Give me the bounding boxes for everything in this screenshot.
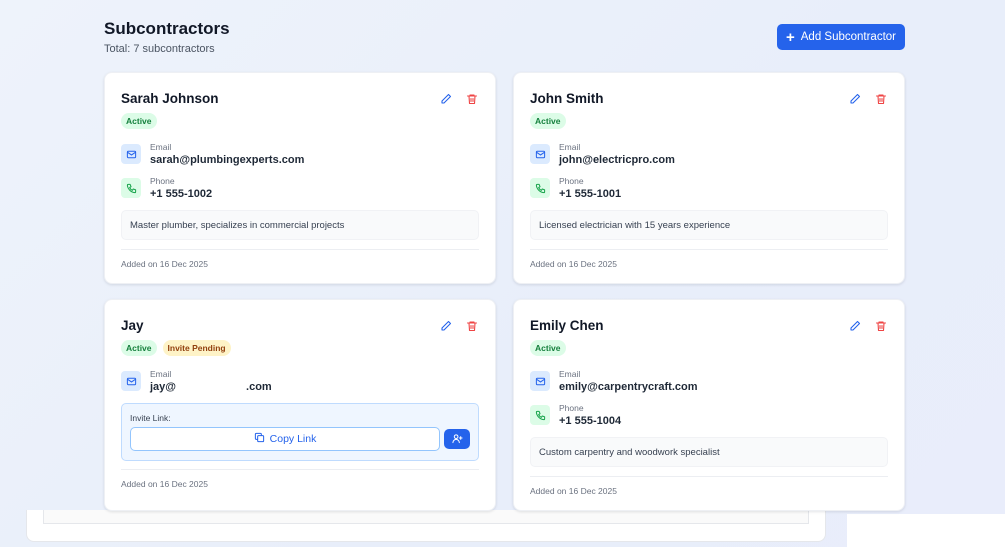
card-actions <box>848 319 888 333</box>
subcontractor-card: Jay Active Invite Pending Email jay@ .com… <box>104 299 496 511</box>
phone-row: Phone +1 555-1004 <box>530 403 621 427</box>
redacted-email <box>176 382 247 392</box>
email-value[interactable]: john@electricpro.com <box>559 154 675 166</box>
divider <box>121 249 479 250</box>
email-suffix: .com <box>246 381 272 393</box>
trash-icon[interactable] <box>465 92 479 106</box>
phone-value[interactable]: +1 555-1002 <box>150 188 212 200</box>
added-date: Added on 16 Dec 2025 <box>530 259 617 269</box>
notes: Master plumber, specializes in commercia… <box>121 210 479 240</box>
invite-link-label: Invite Link: <box>130 413 171 423</box>
status-badges: Active <box>121 113 157 129</box>
trash-icon[interactable] <box>874 319 888 333</box>
page-title: Subcontractors <box>104 19 230 38</box>
background-panel <box>26 510 826 542</box>
email-row: Email jay@ .com <box>121 369 272 393</box>
divider <box>121 469 479 470</box>
added-date: Added on 16 Dec 2025 <box>121 479 208 489</box>
email-row: Email john@electricpro.com <box>530 142 675 166</box>
copy-link-label: Copy Link <box>269 433 317 445</box>
email-row: Email emily@carpentrycraft.com <box>530 369 698 393</box>
pencil-icon[interactable] <box>439 319 453 333</box>
background-panel-inner <box>43 510 809 524</box>
email-value[interactable]: sarah@plumbingexperts.com <box>150 154 304 166</box>
status-badge: Active <box>530 113 566 129</box>
subcontractor-name: John Smith <box>530 91 604 106</box>
pencil-icon[interactable] <box>848 92 862 106</box>
divider <box>530 249 888 250</box>
mail-icon <box>121 144 141 164</box>
phone-value[interactable]: +1 555-1001 <box>559 188 621 200</box>
subcontractor-name: Sarah Johnson <box>121 91 219 106</box>
mail-icon <box>121 371 141 391</box>
phone-row: Phone +1 555-1002 <box>121 176 212 200</box>
copy-link-button[interactable]: Copy Link <box>130 427 440 451</box>
subcontractor-card: Emily Chen Active Email emily@carpentryc… <box>513 299 905 511</box>
card-actions <box>848 92 888 106</box>
status-badges: Active <box>530 340 566 356</box>
add-subcontractor-button[interactable]: + Add Subcontractor <box>777 24 905 50</box>
email-value[interactable]: emily@carpentrycraft.com <box>559 381 698 393</box>
subcontractor-card: Sarah Johnson Active Email sarah@plumbin… <box>104 72 496 284</box>
phone-value[interactable]: +1 555-1004 <box>559 415 621 427</box>
mail-icon <box>530 144 550 164</box>
phone-icon <box>530 178 550 198</box>
added-date: Added on 16 Dec 2025 <box>121 259 208 269</box>
divider <box>530 476 888 477</box>
phone-icon <box>121 178 141 198</box>
resend-invite-button[interactable] <box>444 429 470 449</box>
phone-row: Phone +1 555-1001 <box>530 176 621 200</box>
trash-icon[interactable] <box>874 92 888 106</box>
pencil-icon[interactable] <box>848 319 862 333</box>
phone-label: Phone <box>150 176 175 186</box>
notes: Licensed electrician with 15 years exper… <box>530 210 888 240</box>
subcontractors-page: Subcontractors Total: 7 subcontractors +… <box>104 0 905 511</box>
card-actions <box>439 319 479 333</box>
email-label: Email <box>559 369 581 379</box>
trash-icon[interactable] <box>465 319 479 333</box>
subcontractor-card: John Smith Active Email john@electricpro… <box>513 72 905 284</box>
notes: Custom carpentry and woodwork specialist <box>530 437 888 467</box>
mail-icon <box>530 371 550 391</box>
status-badge: Active <box>530 340 566 356</box>
subcontractor-name: Emily Chen <box>530 318 604 333</box>
plus-icon: + <box>785 28 795 46</box>
card-actions <box>439 92 479 106</box>
status-badges: Active Invite Pending <box>121 340 231 356</box>
add-subcontractor-label: Add Subcontractor <box>800 31 897 43</box>
subcontractor-count: Total: 7 subcontractors <box>104 43 215 55</box>
subcontractor-name: Jay <box>121 318 144 333</box>
page-header: Subcontractors Total: 7 subcontractors +… <box>104 0 905 72</box>
invite-pending-badge: Invite Pending <box>162 340 231 356</box>
phone-label: Phone <box>559 403 584 413</box>
email-value[interactable]: jay@ .com <box>150 381 272 393</box>
invite-link-box: Invite Link: Copy Link <box>121 403 479 461</box>
status-badge: Active <box>121 340 157 356</box>
copy-icon <box>254 432 265 446</box>
phone-icon <box>530 405 550 425</box>
email-row: Email sarah@plumbingexperts.com <box>121 142 304 166</box>
user-plus-icon <box>451 432 463 447</box>
added-date: Added on 16 Dec 2025 <box>530 486 617 496</box>
status-badges: Active <box>530 113 566 129</box>
email-label: Email <box>150 142 172 152</box>
email-prefix: jay@ <box>150 381 177 393</box>
email-label: Email <box>559 142 581 152</box>
background-panel-right <box>847 514 1005 547</box>
email-label: Email <box>150 369 172 379</box>
pencil-icon[interactable] <box>439 92 453 106</box>
phone-label: Phone <box>559 176 584 186</box>
status-badge: Active <box>121 113 157 129</box>
